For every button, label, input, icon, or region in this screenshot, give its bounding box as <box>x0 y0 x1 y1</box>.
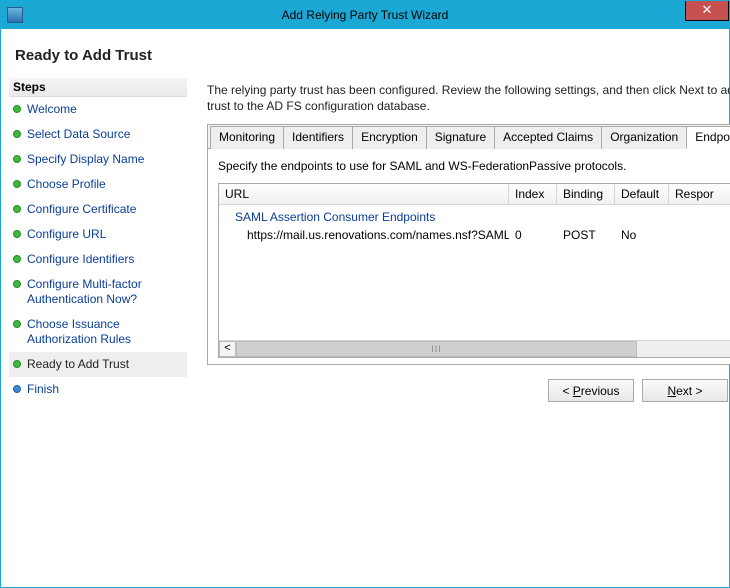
step-bullet-icon <box>13 255 21 263</box>
scroll-track[interactable]: III <box>236 341 730 357</box>
scroll-grip-icon: III <box>431 344 442 354</box>
col-header-index[interactable]: Index <box>509 184 557 204</box>
cell-index: 0 <box>509 226 557 244</box>
sidebar-step[interactable]: Configure URL <box>9 222 187 247</box>
step-label: Configure URL <box>27 227 106 242</box>
tab-monitoring[interactable]: Monitoring <box>210 126 284 149</box>
sidebar-step[interactable]: Configure Multi-factor Authentication No… <box>9 272 187 312</box>
tab-endpoints[interactable]: Endpoints <box>686 126 730 149</box>
previous-button[interactable]: < Previous <box>548 379 634 402</box>
step-bullet-icon <box>13 360 21 368</box>
col-header-binding[interactable]: Binding <box>557 184 615 204</box>
tab-strip: MonitoringIdentifiersEncryptionSignature… <box>208 125 730 149</box>
tab-accepted-claims[interactable]: Accepted Claims <box>494 126 602 149</box>
steps-label: Steps <box>9 78 187 97</box>
step-bullet-icon <box>13 155 21 163</box>
step-label: Configure Certificate <box>27 202 136 217</box>
endpoints-body: SAML Assertion Consumer Endpoints https:… <box>219 205 730 340</box>
sidebar-step[interactable]: Finish <box>9 377 187 402</box>
cell-binding: POST <box>557 226 615 244</box>
next-button[interactable]: Next > <box>642 379 728 402</box>
sidebar-step[interactable]: Choose Profile <box>9 172 187 197</box>
intro-text: The relying party trust has been configu… <box>207 82 730 114</box>
sidebar-step[interactable]: Specify Display Name <box>9 147 187 172</box>
cell-default: No <box>615 226 669 244</box>
tab-identifiers[interactable]: Identifiers <box>283 126 353 149</box>
main-panel: The relying party trust has been configu… <box>187 78 730 402</box>
step-bullet-icon <box>13 130 21 138</box>
step-bullet-icon <box>13 205 21 213</box>
step-label: Configure Multi-factor Authentication No… <box>27 277 183 307</box>
scroll-thumb[interactable]: III <box>236 341 637 357</box>
sidebar-step[interactable]: Ready to Add Trust <box>9 352 187 377</box>
sidebar-step[interactable]: Configure Identifiers <box>9 247 187 272</box>
horizontal-scrollbar[interactable]: < III > <box>219 340 730 357</box>
sidebar-step[interactable]: Select Data Source <box>9 122 187 147</box>
step-bullet-icon <box>13 180 21 188</box>
sidebar-step[interactable]: Choose Issuance Authorization Rules <box>9 312 187 352</box>
step-bullet-icon <box>13 385 21 393</box>
endpoints-header: URL Index Binding Default Respor <box>219 184 730 205</box>
titlebar: Add Relying Party Trust Wizard ✕ <box>1 1 729 29</box>
col-header-default[interactable]: Default <box>615 184 669 204</box>
endpoint-group-label[interactable]: SAML Assertion Consumer Endpoints <box>219 208 730 226</box>
step-bullet-icon <box>13 320 21 328</box>
step-label: Specify Display Name <box>27 152 144 167</box>
step-bullet-icon <box>13 105 21 113</box>
step-label: Choose Issuance Authorization Rules <box>27 317 183 347</box>
step-label: Configure Identifiers <box>27 252 134 267</box>
close-icon[interactable]: ✕ <box>685 1 729 21</box>
tab-body-endpoints: Specify the endpoints to use for SAML an… <box>208 149 730 364</box>
tab-signature[interactable]: Signature <box>426 126 495 149</box>
endpoints-list: URL Index Binding Default Respor SAML As… <box>218 183 730 358</box>
step-label: Finish <box>27 382 59 397</box>
tab-encryption[interactable]: Encryption <box>352 126 427 149</box>
step-label: Ready to Add Trust <box>27 357 129 372</box>
page-heading: Ready to Add Trust <box>1 29 729 78</box>
step-label: Choose Profile <box>27 177 106 192</box>
window-title: Add Relying Party Trust Wizard <box>1 8 729 22</box>
sidebar-step[interactable]: Welcome <box>9 97 187 122</box>
step-label: Welcome <box>27 102 77 117</box>
step-label: Select Data Source <box>27 127 130 142</box>
col-header-url[interactable]: URL <box>219 184 509 204</box>
step-bullet-icon <box>13 230 21 238</box>
endpoint-row[interactable]: https://mail.us.renovations.com/names.ns… <box>219 226 730 244</box>
steps-sidebar: Steps Welcome Select Data Source Specify D… <box>9 78 187 402</box>
sidebar-step[interactable]: Configure Certificate <box>9 197 187 222</box>
tab-organization[interactable]: Organization <box>601 126 687 149</box>
scroll-left-icon[interactable]: < <box>219 341 236 357</box>
step-bullet-icon <box>13 280 21 288</box>
tab-description: Specify the endpoints to use for SAML an… <box>218 159 730 173</box>
cell-url: https://mail.us.renovations.com/names.ns… <box>219 226 509 244</box>
settings-tabs: MonitoringIdentifiersEncryptionSignature… <box>207 124 730 365</box>
cell-response <box>669 226 730 244</box>
wizard-buttons: < Previous Next > Cancel <box>207 365 730 402</box>
col-header-response[interactable]: Respor <box>669 184 730 204</box>
